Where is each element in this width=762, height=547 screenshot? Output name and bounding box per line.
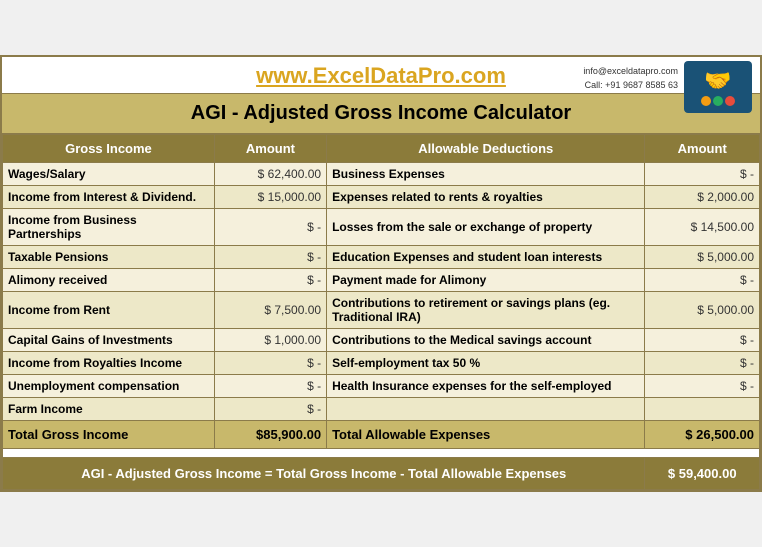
logo-icon: 🤝 — [704, 68, 731, 94]
income-label: Income from Royalties Income — [3, 352, 215, 375]
income-amount: $ 62,400.00 — [214, 163, 326, 186]
income-label: Capital Gains of Investments — [3, 329, 215, 352]
income-label: Income from Interest & Dividend. — [3, 186, 215, 209]
app-title-bar: AGI - Adjusted Gross Income Calculator — [2, 93, 760, 134]
amount2-header: Amount — [645, 135, 760, 163]
income-amount: $ - — [214, 375, 326, 398]
income-amount: $ - — [214, 398, 326, 421]
income-amount: $ - — [214, 209, 326, 246]
table-row: Alimony received$ -Payment made for Alim… — [3, 269, 760, 292]
deduction-amount: $ - — [645, 352, 760, 375]
agi-currency: $ — [668, 466, 675, 481]
calculator-container: www.ExcelDataPro.com info@exceldatapro.c… — [0, 55, 762, 492]
total-gross-amount: $85,900.00 — [214, 421, 326, 449]
deduction-amount: $ - — [645, 329, 760, 352]
gross-income-header: Gross Income — [3, 135, 215, 163]
total-deductions-label: Total Allowable Expenses — [327, 421, 645, 449]
total-deductions-value: 26,500.00 — [696, 427, 754, 442]
deduction-amount: $ 2,000.00 — [645, 186, 760, 209]
deduction-amount: $ - — [645, 375, 760, 398]
agi-amount: $ 59,400.00 — [645, 458, 760, 490]
income-amount: $ 7,500.00 — [214, 292, 326, 329]
header: www.ExcelDataPro.com info@exceldatapro.c… — [2, 57, 760, 93]
logo-circle-3 — [725, 96, 735, 106]
table-row: Income from Business Partnerships$ -Loss… — [3, 209, 760, 246]
app-title: AGI - Adjusted Gross Income Calculator — [191, 102, 571, 124]
agi-result-row: AGI - Adjusted Gross Income = Total Gros… — [3, 458, 760, 490]
table-row: Taxable Pensions$ -Education Expenses an… — [3, 246, 760, 269]
total-gross-label: Total Gross Income — [3, 421, 215, 449]
total-row: Total Gross Income $85,900.00 Total Allo… — [3, 421, 760, 449]
allowable-deductions-header: Allowable Deductions — [327, 135, 645, 163]
agi-label: AGI - Adjusted Gross Income = Total Gros… — [3, 458, 645, 490]
main-table: Gross Income Amount Allowable Deductions… — [2, 134, 760, 490]
table-row: Unemployment compensation$ -Health Insur… — [3, 375, 760, 398]
deduction-label: Business Expenses — [327, 163, 645, 186]
deduction-label: Expenses related to rents & royalties — [327, 186, 645, 209]
deduction-label: Contributions to the Medical savings acc… — [327, 329, 645, 352]
income-label: Alimony received — [3, 269, 215, 292]
deduction-label: Health Insurance expenses for the self-e… — [327, 375, 645, 398]
income-label: Wages/Salary — [3, 163, 215, 186]
total-deductions-amount: $ 26,500.00 — [645, 421, 760, 449]
deduction-amount: $ - — [645, 269, 760, 292]
deduction-amount: $ 14,500.00 — [645, 209, 760, 246]
deduction-amount: $ 5,000.00 — [645, 246, 760, 269]
total-gross-value: 85,900.00 — [263, 427, 321, 442]
income-amount: $ - — [214, 246, 326, 269]
site-logo: 🤝 — [684, 61, 752, 113]
deduction-label: Contributions to retirement or savings p… — [327, 292, 645, 329]
income-label: Taxable Pensions — [3, 246, 215, 269]
logo-circle-2 — [713, 96, 723, 106]
income-label: Income from Rent — [3, 292, 215, 329]
deduction-label — [327, 398, 645, 421]
deduction-label: Education Expenses and student loan inte… — [327, 246, 645, 269]
table-row: Income from Interest & Dividend.$ 15,000… — [3, 186, 760, 209]
total-deductions-currency: $ — [685, 427, 692, 442]
header-info: info@exceldatapro.com Call: +91 9687 858… — [583, 65, 678, 92]
deduction-label: Payment made for Alimony — [327, 269, 645, 292]
spacer-row — [3, 449, 760, 458]
agi-value: 59,400.00 — [679, 466, 737, 481]
income-amount: $ - — [214, 269, 326, 292]
table-row: Capital Gains of Investments$ 1,000.00Co… — [3, 329, 760, 352]
table-row: Farm Income$ - — [3, 398, 760, 421]
income-amount: $ - — [214, 352, 326, 375]
deduction-label: Self-employment tax 50 % — [327, 352, 645, 375]
info-email: info@exceldatapro.com — [583, 65, 678, 79]
deduction-amount: $ - — [645, 163, 760, 186]
info-call: Call: +91 9687 8585 63 — [583, 79, 678, 93]
deduction-amount: $ 5,000.00 — [645, 292, 760, 329]
table-row: Wages/Salary$ 62,400.00Business Expenses… — [3, 163, 760, 186]
table-row: Income from Royalties Income$ -Self-empl… — [3, 352, 760, 375]
deduction-label: Losses from the sale or exchange of prop… — [327, 209, 645, 246]
table-row: Income from Rent$ 7,500.00Contributions … — [3, 292, 760, 329]
income-label: Farm Income — [3, 398, 215, 421]
income-amount: $ 15,000.00 — [214, 186, 326, 209]
income-label: Income from Business Partnerships — [3, 209, 215, 246]
deduction-amount — [645, 398, 760, 421]
logo-circles — [701, 96, 735, 106]
income-label: Unemployment compensation — [3, 375, 215, 398]
income-amount: $ 1,000.00 — [214, 329, 326, 352]
logo-circle-1 — [701, 96, 711, 106]
column-header-row: Gross Income Amount Allowable Deductions… — [3, 135, 760, 163]
amount1-header: Amount — [214, 135, 326, 163]
